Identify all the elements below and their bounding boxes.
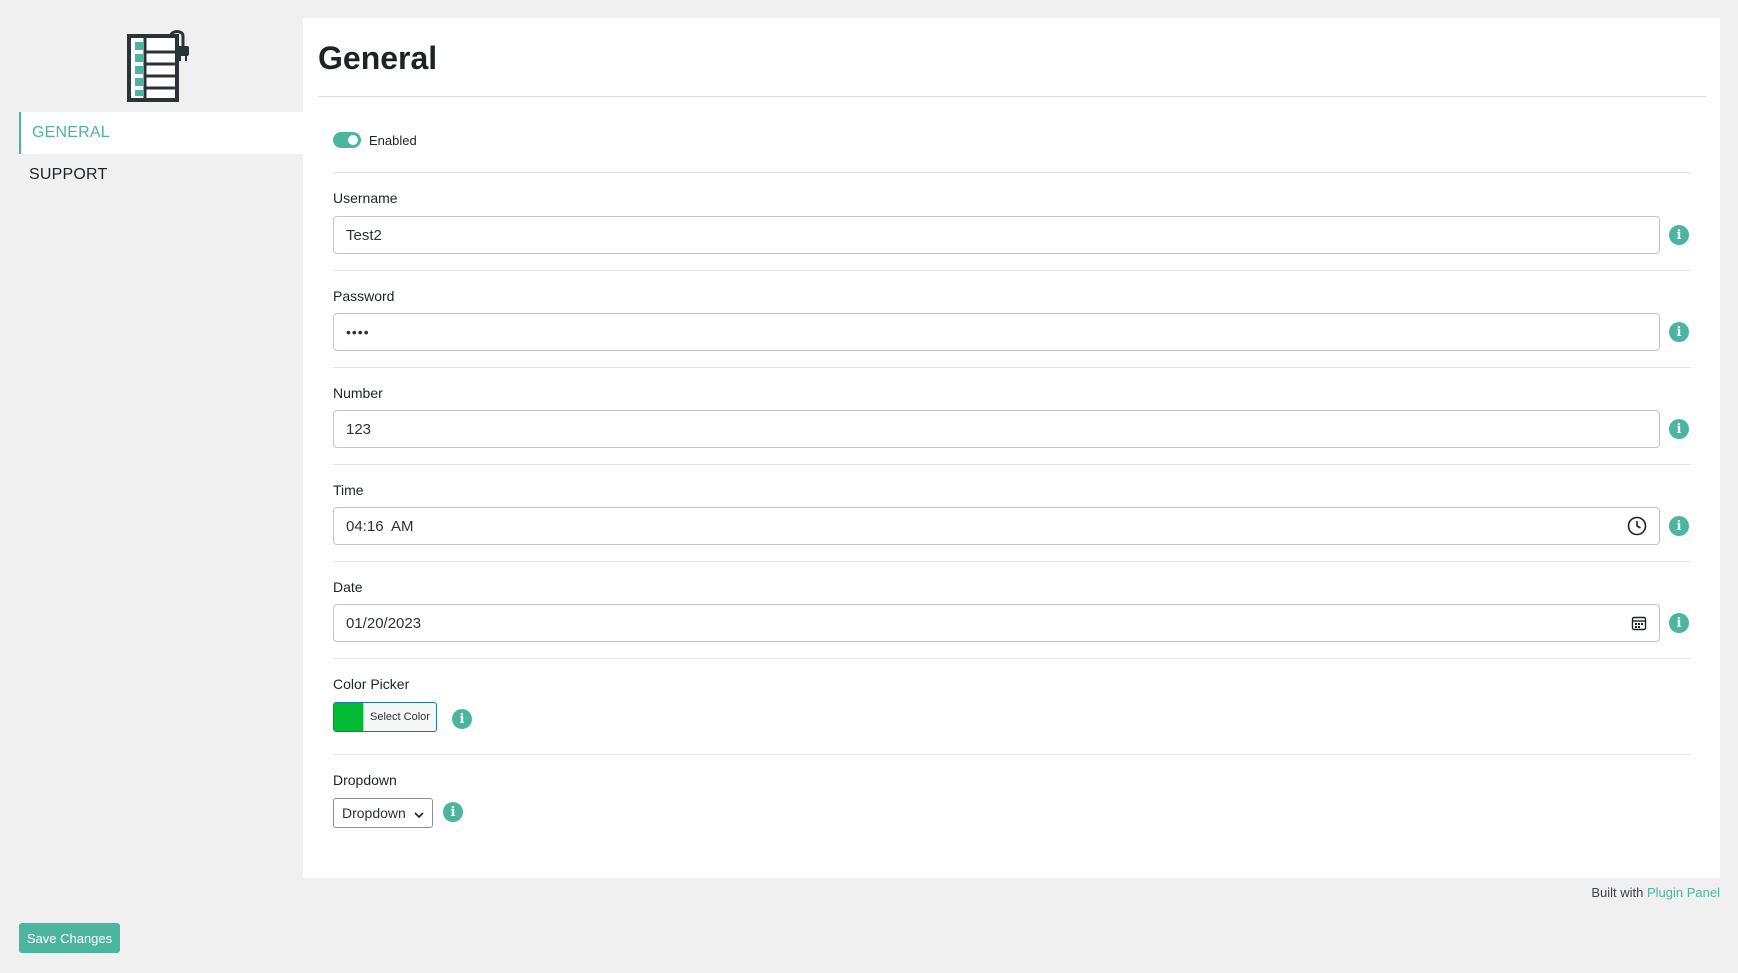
sidebar-item-general[interactable]: GENERAL: [19, 112, 303, 154]
enabled-label: Enabled: [369, 132, 417, 148]
divider: [333, 561, 1691, 562]
divider: [333, 367, 1691, 368]
password-label: Password: [333, 288, 395, 304]
divider: [318, 96, 1706, 97]
dropdown-value: Dropdown: [342, 805, 406, 821]
toggle-knob: [348, 135, 358, 145]
color-picker-button[interactable]: Select Color: [333, 702, 437, 732]
divider: [333, 754, 1691, 755]
date-value: 01/20/2023: [346, 614, 422, 632]
divider: [333, 658, 1691, 659]
save-changes-button[interactable]: Save Changes: [19, 923, 120, 953]
footer-credit: Built with Plugin Panel: [1591, 885, 1720, 900]
clock-icon[interactable]: [1627, 516, 1647, 536]
sidebar-item-support[interactable]: SUPPORT: [19, 154, 303, 196]
color-swatch: [334, 703, 364, 731]
enabled-toggle[interactable]: [333, 132, 361, 148]
time-label: Time: [333, 482, 364, 498]
divider: [333, 270, 1691, 271]
date-label: Date: [333, 579, 363, 595]
info-icon[interactable]: i: [1669, 419, 1689, 439]
date-input[interactable]: 01/20/2023: [333, 604, 1660, 642]
plugin-panel-link[interactable]: Plugin Panel: [1647, 885, 1720, 900]
time-value: 04:16 AM: [346, 517, 414, 535]
footer-prefix: Built with: [1591, 885, 1647, 900]
color-picker-label: Color Picker: [333, 676, 410, 692]
username-label: Username: [333, 190, 398, 206]
number-input[interactable]: 123: [333, 410, 1660, 448]
info-icon[interactable]: i: [1669, 225, 1689, 245]
info-icon[interactable]: i: [452, 709, 472, 729]
number-label: Number: [333, 385, 383, 401]
calendar-icon[interactable]: [1631, 615, 1647, 631]
divider: [333, 464, 1691, 465]
app-root: GENERAL SUPPORT General Enabled Username…: [0, 0, 1738, 973]
info-icon[interactable]: i: [1669, 613, 1689, 633]
username-input[interactable]: Test2: [333, 216, 1660, 254]
dropdown-label: Dropdown: [333, 772, 397, 788]
info-icon[interactable]: i: [1669, 516, 1689, 536]
time-input[interactable]: 04:16 AM: [333, 507, 1660, 545]
info-icon[interactable]: i: [443, 802, 463, 822]
dropdown-select[interactable]: Dropdown: [333, 798, 433, 828]
page-title: General: [318, 40, 438, 76]
info-icon[interactable]: i: [1669, 322, 1689, 342]
plugin-panel-logo-icon: [127, 30, 189, 102]
settings-panel: General Enabled Username Test2 i Passwor…: [303, 18, 1720, 878]
select-color-label: Select Color: [370, 711, 430, 723]
password-input[interactable]: ••••: [333, 313, 1660, 351]
divider: [333, 172, 1691, 173]
logo: [19, 18, 303, 112]
enabled-toggle-row: Enabled: [333, 132, 417, 148]
chevron-down-icon: [413, 808, 425, 824]
sidebar: GENERAL SUPPORT: [19, 18, 303, 196]
